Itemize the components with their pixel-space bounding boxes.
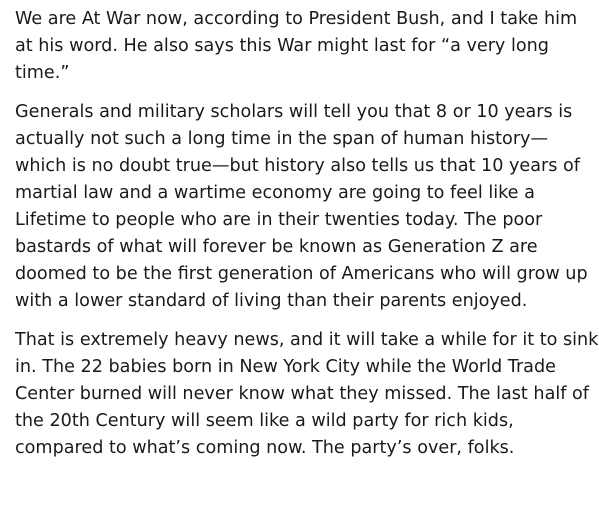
text-line: doomed to be the first generation of Ame… — [15, 264, 588, 284]
document-body: We are At War now, according to Presiden… — [15, 6, 599, 474]
text-line: That is extremely heavy news, and it wil… — [15, 330, 599, 350]
text-line: compared to what’s coming now. The party… — [15, 438, 515, 458]
text-line: martial law and a wartime economy are go… — [15, 183, 535, 203]
text-line: Generals and military scholars will tell… — [15, 102, 573, 122]
text-line: in. The 22 babies born in New York City … — [15, 357, 556, 377]
paragraph-3: That is extremely heavy news, and it wil… — [15, 327, 599, 462]
text-line: with a lower standard of living than the… — [15, 291, 528, 311]
text-line: at his word. He also says this War might… — [15, 36, 549, 56]
text-line: Lifetime to people who are in their twen… — [15, 210, 543, 230]
paragraph-1: We are At War now, according to Presiden… — [15, 6, 595, 87]
text-line: Center burned will never know what they … — [15, 384, 589, 404]
text-line: bastards of what will forever be known a… — [15, 237, 538, 257]
text-line: We are At War now, according to Presiden… — [15, 9, 578, 29]
text-line: time.” — [15, 63, 70, 83]
paragraph-2: Generals and military scholars will tell… — [15, 99, 595, 315]
text-line: actually not such a long time in the spa… — [15, 129, 549, 149]
text-line: the 20th Century will seem like a wild p… — [15, 411, 514, 431]
text-line: which is no doubt true—but history also … — [15, 156, 580, 176]
